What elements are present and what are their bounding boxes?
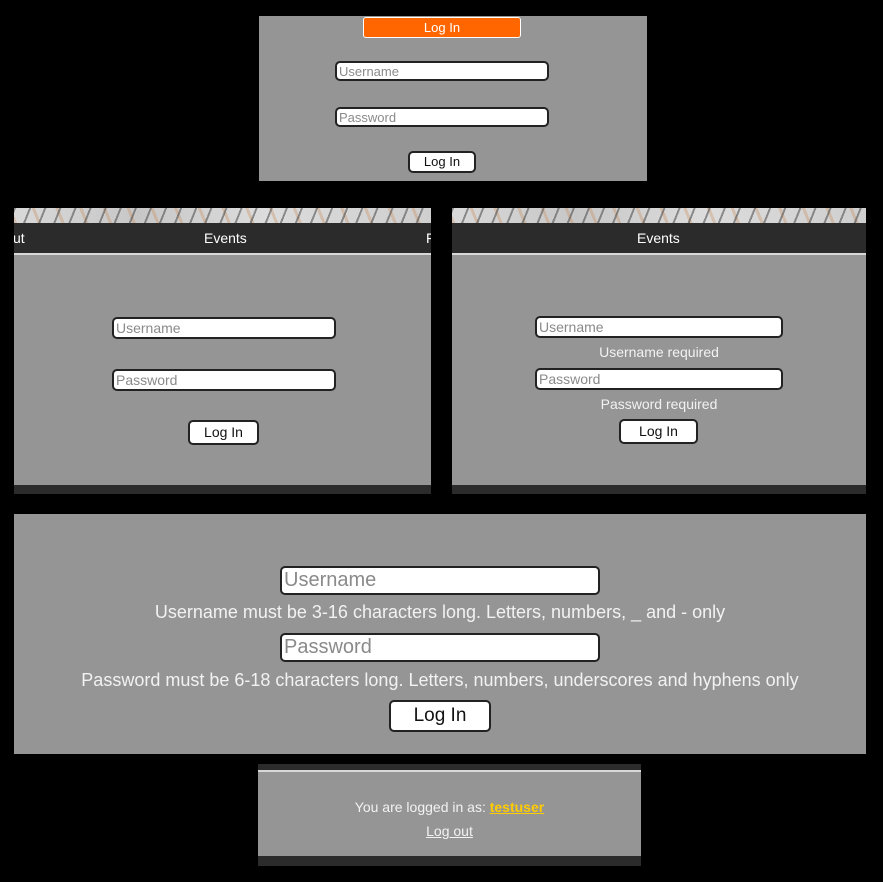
login-title-label: Log In	[423, 20, 461, 35]
password-input[interactable]	[535, 368, 783, 390]
username-link[interactable]: testuser	[490, 799, 544, 815]
login-button[interactable]: Log In	[619, 419, 698, 444]
login-button[interactable]: Log In	[389, 700, 491, 732]
username-input[interactable]	[335, 61, 549, 81]
login-button-label: Log In	[423, 154, 461, 169]
nav-item-events[interactable]: Events	[637, 230, 680, 246]
login-panel-required-errors: Events Username required Password requir…	[452, 208, 866, 494]
username-input[interactable]	[112, 317, 336, 339]
header-banner-image	[14, 208, 431, 223]
username-hint-text: Username must be 3-16 characters long. L…	[154, 602, 726, 622]
login-panel-validation-hints: Username must be 3-16 characters long. L…	[14, 514, 866, 754]
login-panel-navbar: ut Events F Log In	[14, 208, 431, 494]
password-error-text: Password required	[600, 396, 718, 412]
password-input[interactable]	[280, 633, 600, 662]
header-banner-image	[452, 208, 866, 223]
password-input[interactable]	[112, 369, 336, 391]
login-title-button[interactable]: Log In	[363, 17, 521, 38]
nav-item-partial[interactable]: F	[426, 230, 431, 246]
username-error-text: Username required	[599, 344, 719, 360]
logout-row: Log out	[258, 823, 641, 839]
nav-item-about[interactable]: ut	[14, 230, 25, 246]
navbar: Events	[452, 223, 866, 255]
login-button[interactable]: Log In	[408, 151, 476, 173]
username-input[interactable]	[280, 566, 600, 595]
logout-link[interactable]: Log out	[426, 823, 473, 839]
login-panel-compact: Log In Log In	[259, 16, 647, 181]
top-bar	[258, 764, 641, 772]
login-button-label: Log In	[639, 423, 678, 439]
logged-in-label: You are logged in as:	[354, 799, 486, 815]
logged-in-status: You are logged in as: testuser	[258, 799, 641, 815]
footer-bar	[258, 856, 641, 866]
footer-bar	[14, 485, 431, 494]
login-button[interactable]: Log In	[188, 420, 259, 445]
password-hint-text: Password must be 6-18 characters long. L…	[81, 670, 799, 690]
password-input[interactable]	[335, 107, 549, 127]
nav-item-events[interactable]: Events	[204, 230, 247, 246]
username-input[interactable]	[535, 316, 783, 338]
login-button-label: Log In	[204, 424, 243, 440]
logged-in-panel: You are logged in as: testuser Log out	[258, 764, 641, 866]
footer-bar	[452, 485, 866, 494]
login-button-label: Log In	[413, 705, 467, 726]
navbar: ut Events F	[14, 223, 431, 255]
